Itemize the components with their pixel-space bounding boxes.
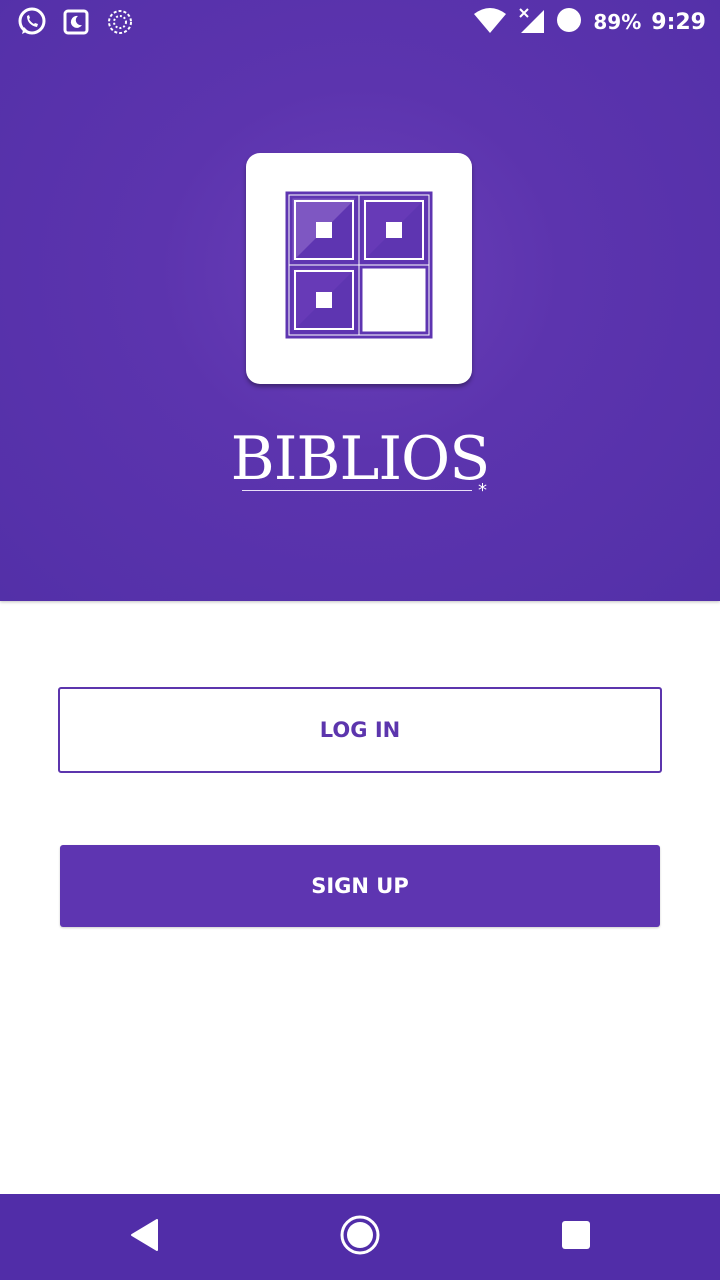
grid-logo-icon (285, 191, 433, 339)
brand-name: BIBLIOS (230, 424, 491, 494)
navigation-bar (0, 1194, 720, 1280)
back-icon (129, 1218, 161, 1256)
recents-button[interactable] (516, 1194, 636, 1280)
header-banner: 89% 9:29 BIBLIOS * (0, 0, 720, 601)
app-logo (246, 153, 472, 384)
cellular-no-signal-icon (517, 6, 545, 38)
whatsapp-icon (16, 6, 48, 42)
signup-button[interactable]: SIGN UP (60, 845, 660, 927)
recents-icon (561, 1220, 591, 1254)
status-bar: 89% 9:29 (0, 0, 720, 44)
brand-underline (242, 490, 472, 491)
home-icon (339, 1214, 381, 1260)
clock-time: 9:29 (651, 9, 706, 35)
wifi-icon (473, 6, 507, 38)
login-button[interactable]: LOG IN (58, 687, 662, 773)
dnd-circle-icon (555, 6, 583, 38)
home-button[interactable] (300, 1194, 420, 1280)
night-mode-icon (62, 8, 90, 40)
brand-wordmark: BIBLIOS (0, 423, 720, 495)
sync-circle-icon (104, 6, 136, 42)
brand-mark: * (478, 480, 487, 501)
battery-percent: 89% (593, 10, 642, 34)
back-button[interactable] (85, 1194, 205, 1280)
